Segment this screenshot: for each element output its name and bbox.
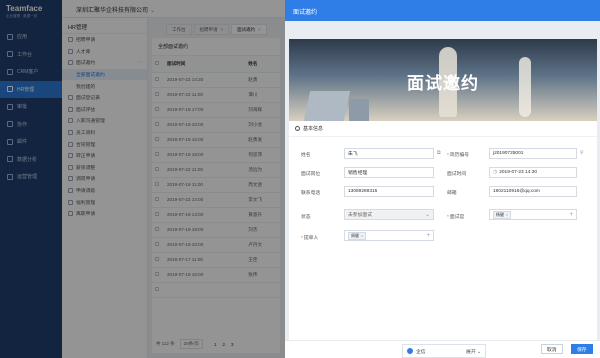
search-icon[interactable]: ⚲ [580, 150, 584, 156]
drawer-body: 面试邀约 − 基本信息 姓名 朱飞 ⧉ *简历编号 j20190725001 ⚲… [285, 21, 600, 358]
banner-title: 面试邀约 [407, 74, 479, 93]
chat-label: 企信 [416, 349, 426, 355]
remove-icon: × [361, 233, 364, 238]
collapse-icon[interactable]: − [295, 126, 300, 131]
add-icon[interactable]: + [426, 233, 430, 239]
time-label: 面试时间 [447, 172, 467, 177]
name-label: 姓名 [301, 153, 311, 158]
add-icon[interactable]: + [569, 212, 573, 218]
email-label: 邮箱 [447, 191, 457, 196]
remove-icon: × [506, 212, 509, 217]
chat-expand[interactable]: 展开 ⌄ [466, 348, 481, 355]
phone-label: 联系电话 [301, 191, 321, 196]
chat-bar[interactable]: 企信 展开 ⌄ [402, 344, 486, 358]
submitter-chip: 周健 × [348, 231, 367, 240]
name-field[interactable]: 朱飞 [344, 148, 434, 159]
section-title: 基本信息 [303, 126, 324, 132]
status-label: 状态 [301, 215, 311, 220]
submitter-label: *提单人 [301, 236, 319, 241]
chat-icon [407, 348, 413, 354]
dropdown-icon: ⌄ [424, 212, 430, 218]
banner-image: 面试邀约 [289, 39, 597, 121]
time-field[interactable]: ◷ 2019-07-23 14:30 [489, 167, 577, 178]
cancel-button[interactable]: 取消 [541, 344, 563, 354]
interviewer-chip: 杨健 × [493, 210, 512, 219]
lookup-icon[interactable]: ⧉ [437, 150, 441, 156]
phone-field[interactable]: 13089289315 [344, 186, 434, 197]
save-button[interactable]: 保存 [571, 344, 593, 354]
interview-drawer: 面试邀约 面试邀约 − 基本信息 姓名 朱飞 ⧉ *简历编号 j20190725… [285, 0, 600, 358]
interviewer-field[interactable]: 杨健 × + [489, 209, 577, 220]
email-field[interactable]: 1902110916@qq.com [489, 186, 577, 197]
section-basic-info[interactable]: − 基本信息 [289, 121, 597, 137]
status-select[interactable]: 未参加面试 ⌄ [344, 209, 434, 220]
drawer-title: 面试邀约 [285, 0, 600, 21]
position-field[interactable]: 销售经理 [344, 167, 434, 178]
submitter-field[interactable]: 周健 × + [344, 230, 434, 241]
resume-field[interactable]: j20190725001 [489, 148, 577, 159]
form-card: 面试邀约 − 基本信息 姓名 朱飞 ⧉ *简历编号 j20190725001 ⚲… [289, 39, 597, 358]
clock-icon: ◷ [493, 170, 498, 175]
interviewer-label: *面试官 [447, 215, 465, 220]
position-label: 面试岗位 [301, 172, 321, 177]
resume-label: *简历编号 [447, 153, 470, 158]
